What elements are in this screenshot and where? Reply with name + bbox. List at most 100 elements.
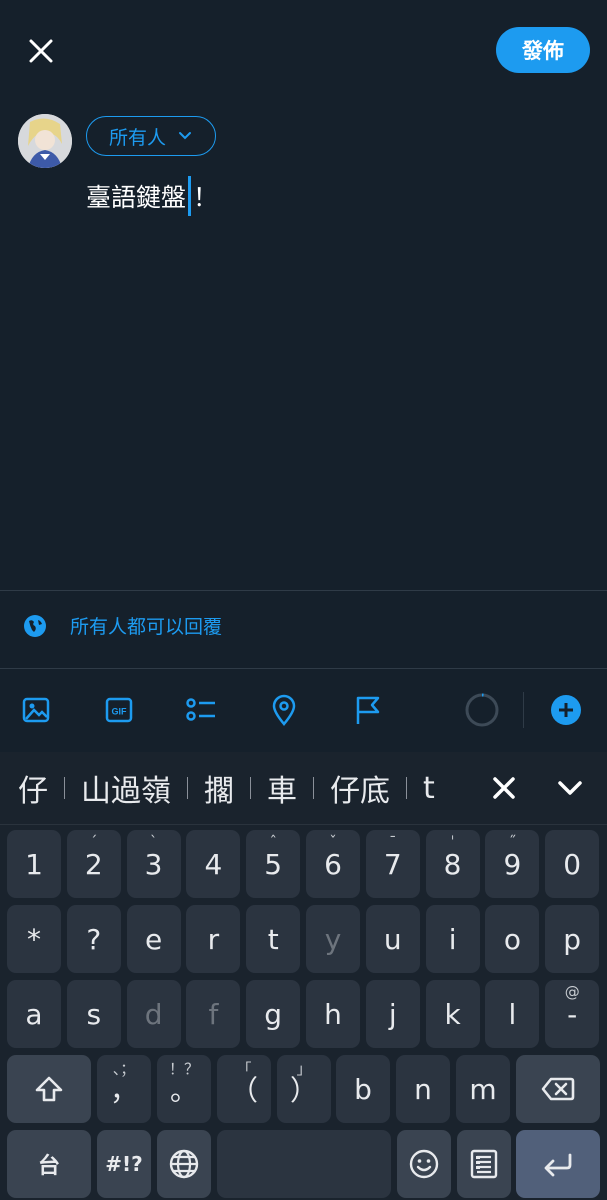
key-k[interactable]: k <box>425 980 480 1048</box>
key-comma[interactable]: 、；， <box>97 1055 151 1123</box>
progress-ring-icon <box>465 693 499 727</box>
flag-button[interactable] <box>347 690 387 730</box>
compose-text-before: 臺語鍵盤 <box>86 183 187 212</box>
suggestion-separator <box>64 777 65 799</box>
key-hint: @ <box>564 983 580 1001</box>
key-label: k <box>444 997 461 1031</box>
shift-key[interactable] <box>7 1055 91 1123</box>
dismiss-suggestions-button[interactable] <box>488 772 520 804</box>
suggestion-item[interactable]: 仔 <box>18 766 48 810</box>
clipboard-key[interactable] <box>457 1130 511 1198</box>
gif-icon: GIF <box>105 697 133 723</box>
key-3[interactable]: ˋ3 <box>126 830 181 898</box>
enter-icon <box>544 1153 572 1177</box>
language-key[interactable]: 台 <box>7 1130 91 1198</box>
key-label: 3 <box>144 847 163 881</box>
key-o[interactable]: o <box>485 905 540 973</box>
globe-icon <box>169 1149 199 1179</box>
divider <box>0 824 607 825</box>
key-s[interactable]: s <box>66 980 121 1048</box>
key-label: 1 <box>25 847 43 881</box>
key-y[interactable]: y <box>306 905 360 973</box>
key-label: 9 <box>503 847 522 881</box>
key-period[interactable]: ！？。 <box>157 1055 211 1123</box>
compose-text-after: ！ <box>193 183 219 212</box>
key-1[interactable]: 1 <box>7 830 61 898</box>
key-8[interactable]: ˈ8 <box>425 830 480 898</box>
key-f[interactable]: f <box>186 980 241 1048</box>
audience-selector[interactable]: 所有人 <box>86 116 216 156</box>
compose-text-area[interactable]: 臺語鍵盤 ！ <box>86 176 218 216</box>
key-label: e <box>144 922 163 956</box>
language-switch-key[interactable] <box>157 1130 211 1198</box>
avatar[interactable] <box>18 114 72 168</box>
key-h[interactable]: h <box>306 980 360 1048</box>
add-location-button[interactable] <box>264 690 304 730</box>
enter-key[interactable] <box>516 1130 600 1198</box>
key-label: 台 <box>37 1154 60 1179</box>
key-2[interactable]: ˊ2 <box>66 830 121 898</box>
add-thread-button[interactable] <box>546 690 586 730</box>
suggestion-item[interactable]: 山過嶺 <box>81 766 171 810</box>
key-m[interactable]: m <box>456 1055 510 1123</box>
key-6[interactable]: ˇ6 <box>306 830 360 898</box>
key-g[interactable]: g <box>246 980 301 1048</box>
suggestion-item[interactable]: 車 <box>267 766 297 810</box>
add-poll-button[interactable] <box>181 690 221 730</box>
key-n[interactable]: n <box>396 1055 450 1123</box>
key-j[interactable]: j <box>365 980 420 1048</box>
avatar-image <box>18 114 72 168</box>
collapse-keyboard-button[interactable] <box>554 772 586 804</box>
chevron-down-icon <box>179 132 192 140</box>
key-label: d <box>144 997 163 1031</box>
suggestion-item[interactable]: 擱 <box>204 766 234 810</box>
suggestion-item[interactable]: 仔底 <box>330 766 390 810</box>
key-paren-open[interactable]: 「（ <box>217 1055 271 1123</box>
key-l[interactable]: l <box>485 980 540 1048</box>
add-image-button[interactable] <box>16 690 56 730</box>
key-hyphen[interactable]: @ - <box>545 980 600 1048</box>
key-label: 2 <box>84 847 103 881</box>
key-0[interactable]: 0 <box>545 830 600 898</box>
key-4[interactable]: 4 <box>186 830 241 898</box>
key-asterisk[interactable]: * <box>7 905 61 973</box>
key-label: b <box>354 1072 372 1106</box>
key-label: 6 <box>324 847 342 881</box>
key-label: i <box>448 922 457 956</box>
key-hint: 「 <box>236 1060 252 1078</box>
audience-label: 所有人 <box>109 126 167 149</box>
key-a[interactable]: a <box>7 980 61 1048</box>
key-hint: 」 <box>296 1060 312 1078</box>
key-label: ? <box>86 922 102 956</box>
key-i[interactable]: i <box>425 905 480 973</box>
emoji-key[interactable] <box>397 1130 451 1198</box>
chevron-down-icon <box>558 781 582 795</box>
symbols-key[interactable]: #!? <box>97 1130 151 1198</box>
key-b[interactable]: b <box>336 1055 390 1123</box>
key-e[interactable]: e <box>126 905 181 973</box>
key-5[interactable]: ˆ5 <box>246 830 301 898</box>
close-button[interactable] <box>22 32 60 70</box>
key-label: - <box>567 997 578 1031</box>
add-gif-button[interactable]: GIF <box>99 690 139 730</box>
key-question[interactable]: ? <box>66 905 121 973</box>
key-paren-close[interactable]: 」） <box>277 1055 331 1123</box>
space-key[interactable] <box>217 1130 391 1198</box>
key-hint: ˝ <box>508 833 517 851</box>
key-label: h <box>324 997 342 1031</box>
key-9[interactable]: ˝ 9 <box>485 830 540 898</box>
backspace-key[interactable] <box>516 1055 600 1123</box>
key-label: t <box>267 922 279 956</box>
key-label: * <box>27 922 41 956</box>
key-d[interactable]: d <box>126 980 181 1048</box>
key-t[interactable]: t <box>246 905 301 973</box>
key-7[interactable]: ˉ7 <box>365 830 420 898</box>
key-p[interactable]: p <box>545 905 600 973</box>
key-u[interactable]: u <box>365 905 420 973</box>
reply-setting[interactable]: 所有人都可以回覆 <box>22 612 222 639</box>
key-r[interactable]: r <box>186 905 241 973</box>
suggestion-separator <box>406 777 407 799</box>
suggestion-item[interactable]: t <box>423 771 435 806</box>
character-count-indicator <box>462 690 502 730</box>
post-button[interactable]: 發佈 <box>496 27 590 73</box>
